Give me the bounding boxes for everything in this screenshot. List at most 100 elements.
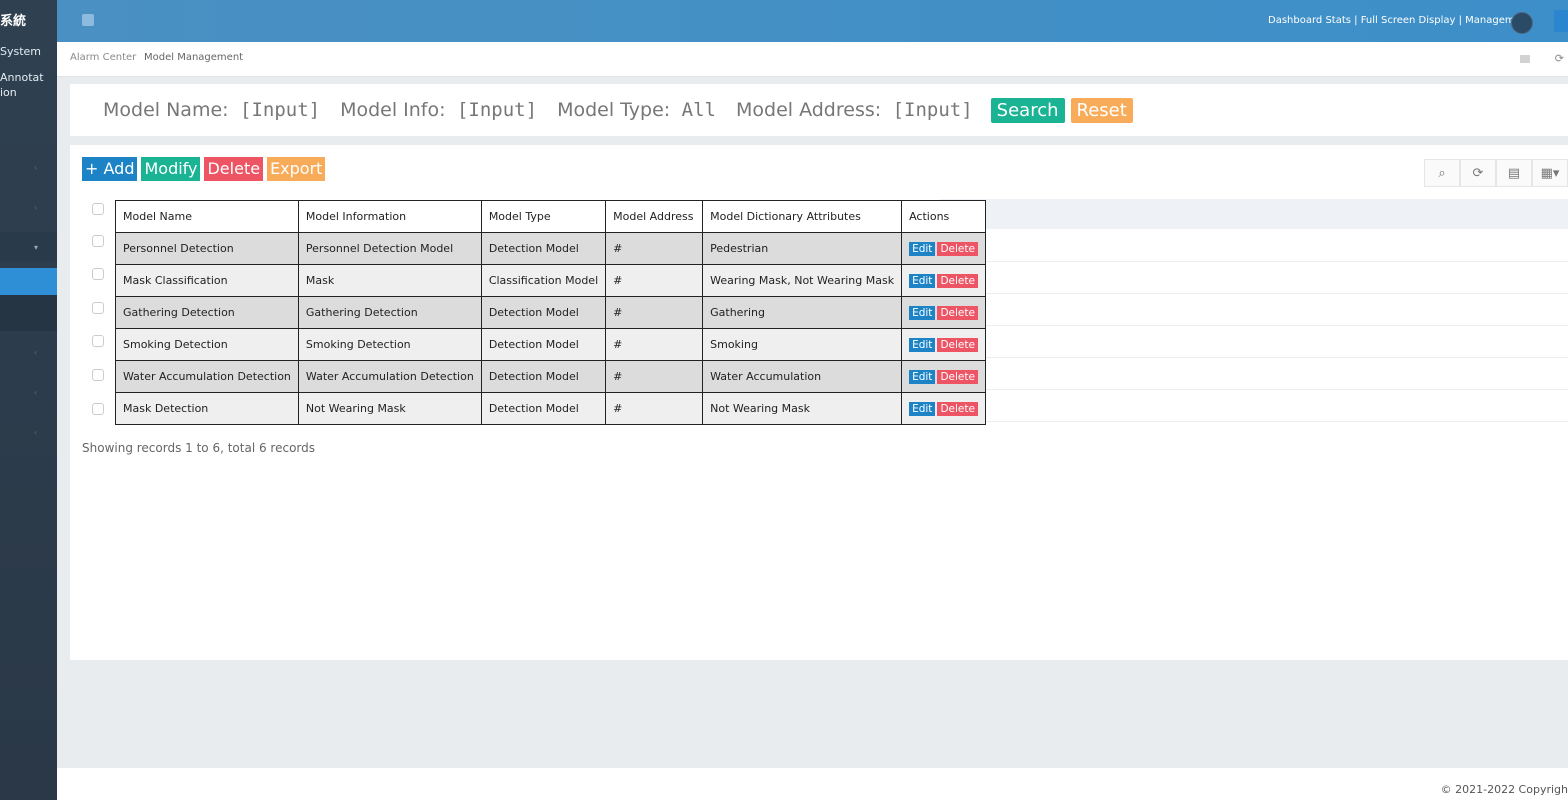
sidebar-item-system[interactable]: System: [0, 44, 41, 59]
edit-button[interactable]: Edit: [909, 274, 936, 288]
sidebar-item-active[interactable]: [0, 268, 57, 295]
cell: Water Accumulation Detection: [297, 360, 482, 393]
sidebar-item-open[interactable]: [0, 232, 57, 262]
actions-cell: Edit Delete: [901, 360, 986, 393]
toggle-view-icon[interactable]: ▤: [1496, 159, 1532, 187]
row-checkbox[interactable]: [92, 302, 104, 314]
model-name-field[interactable]: Model Name: [Input]: [103, 99, 320, 121]
actions-cell: Edit Delete: [901, 392, 986, 425]
row-divider: [940, 389, 1568, 390]
model-address-input[interactable]: [Input]: [893, 99, 973, 121]
search-form: Model Name: [Input] Model Info: [Input] …: [103, 94, 1133, 126]
columns-icon[interactable]: ▦▾: [1532, 159, 1568, 187]
model-name-input[interactable]: [Input]: [240, 99, 320, 121]
delete-row-button[interactable]: Delete: [937, 370, 978, 384]
edit-button[interactable]: Edit: [909, 242, 936, 256]
sidebar: 系統 System Annotat ion ‹ ‹ ▾ ‹ ‹ ‹: [0, 0, 57, 800]
tab-alarm-center[interactable]: Alarm Center: [70, 52, 136, 63]
cell: Detection Model: [480, 392, 607, 425]
delete-row-button[interactable]: Delete: [937, 306, 978, 320]
cell: #: [605, 264, 704, 297]
table-row[interactable]: Water Accumulation Detection Water Accum…: [115, 360, 986, 393]
column-header[interactable]: Model Dictionary Attributes: [702, 200, 903, 233]
table-row[interactable]: Mask Classification Mask Classification …: [115, 264, 986, 297]
select-all-checkbox[interactable]: [92, 203, 104, 215]
cell: Smoking: [702, 328, 903, 361]
model-info-field[interactable]: Model Info: [Input]: [340, 99, 537, 121]
reset-button[interactable]: Reset: [1070, 97, 1133, 123]
cell: Water Accumulation Detection: [115, 360, 299, 393]
cell: Detection Model: [480, 296, 607, 329]
modify-button[interactable]: Modify: [141, 157, 201, 181]
delete-row-button[interactable]: Delete: [937, 274, 978, 288]
column-header[interactable]: Model Information: [297, 200, 482, 233]
delete-row-button[interactable]: Delete: [937, 242, 978, 256]
row-checkbox[interactable]: [92, 403, 104, 415]
top-nav-links[interactable]: Dashboard Stats | Full Screen Display | …: [1268, 15, 1531, 26]
avatar[interactable]: [1511, 12, 1533, 34]
cell: Not Wearing Mask: [702, 392, 903, 425]
model-name-label: Model Name:: [103, 99, 229, 121]
cell: Personnel Detection Model: [297, 232, 482, 265]
export-button[interactable]: Export: [267, 157, 326, 181]
search-button[interactable]: Search: [990, 97, 1065, 123]
row-divider: [940, 357, 1568, 358]
table-header-row: Model Name Model Information Model Type …: [115, 200, 986, 233]
cell: Wearing Mask, Not Wearing Mask: [702, 264, 903, 297]
actions-cell: Edit Delete: [901, 328, 986, 361]
fullscreen-icon[interactable]: [1520, 55, 1530, 63]
model-address-field[interactable]: Model Address: [Input]: [736, 99, 973, 121]
menu-toggle-icon[interactable]: [82, 14, 94, 26]
user-menu-icon[interactable]: [1554, 10, 1568, 32]
table-tools: ⌕ ⟳ ▤ ▦▾: [1424, 159, 1568, 187]
chevron-icon: ‹: [34, 203, 38, 212]
actions-cell: Edit Delete: [901, 264, 986, 297]
search-icon[interactable]: ⌕: [1424, 159, 1460, 187]
model-info-label: Model Info:: [340, 99, 446, 121]
model-type-label: Model Type:: [557, 99, 671, 121]
table-row[interactable]: Gathering Detection Gathering Detection …: [115, 296, 986, 329]
column-header[interactable]: Model Address: [605, 200, 704, 233]
actions-cell: Edit Delete: [901, 232, 986, 265]
main-panel: + Add Modify Delete Export ⌕ ⟳ ▤ ▦▾ Mode…: [70, 145, 1568, 660]
cell: Smoking Detection: [115, 328, 299, 361]
edit-button[interactable]: Edit: [909, 306, 936, 320]
cell: Water Accumulation: [702, 360, 903, 393]
row-checkbox[interactable]: [92, 369, 104, 381]
row-checkbox[interactable]: [92, 235, 104, 247]
chevron-icon: ‹: [34, 388, 38, 397]
row-checkbox[interactable]: [92, 268, 104, 280]
table-row[interactable]: Personnel Detection Personnel Detection …: [115, 232, 986, 265]
cell: Gathering Detection: [297, 296, 482, 329]
cell: Personnel Detection: [115, 232, 299, 265]
delete-row-button[interactable]: Delete: [937, 338, 978, 352]
edit-button[interactable]: Edit: [909, 402, 936, 416]
column-header[interactable]: Model Name: [115, 200, 299, 233]
delete-button[interactable]: Delete: [204, 157, 264, 181]
row-divider: [940, 293, 1568, 294]
edit-button[interactable]: Edit: [909, 370, 936, 384]
pagination-info: Showing records 1 to 6, total 6 records: [82, 441, 316, 455]
chevron-icon: ‹: [34, 428, 38, 437]
table-row[interactable]: Mask Detection Not Wearing Mask Detectio…: [115, 392, 986, 425]
cell: #: [605, 232, 704, 265]
edit-button[interactable]: Edit: [909, 338, 936, 352]
sidebar-item-annotation[interactable]: Annotat ion: [0, 70, 44, 100]
tab-model-management[interactable]: Model Management: [144, 52, 243, 63]
sidebar-subitem[interactable]: [0, 295, 57, 331]
table-row[interactable]: Smoking Detection Smoking Detection Dete…: [115, 328, 986, 361]
model-info-input[interactable]: [Input]: [457, 99, 537, 121]
row-checkbox[interactable]: [92, 335, 104, 347]
model-table: Model Name Model Information Model Type …: [115, 200, 986, 425]
model-type-field[interactable]: Model Type: All: [557, 99, 716, 121]
row-divider: [940, 421, 1568, 422]
model-type-select[interactable]: All: [682, 99, 716, 121]
column-header[interactable]: Model Type: [480, 200, 607, 233]
cell: Detection Model: [480, 232, 607, 265]
refresh-icon[interactable]: ⟳: [1460, 159, 1496, 187]
delete-row-button[interactable]: Delete: [937, 402, 978, 416]
model-address-label: Model Address:: [735, 99, 882, 121]
add-button[interactable]: + Add: [82, 157, 138, 181]
refresh-icon[interactable]: ⟳: [1555, 52, 1564, 65]
cell: #: [605, 296, 704, 329]
